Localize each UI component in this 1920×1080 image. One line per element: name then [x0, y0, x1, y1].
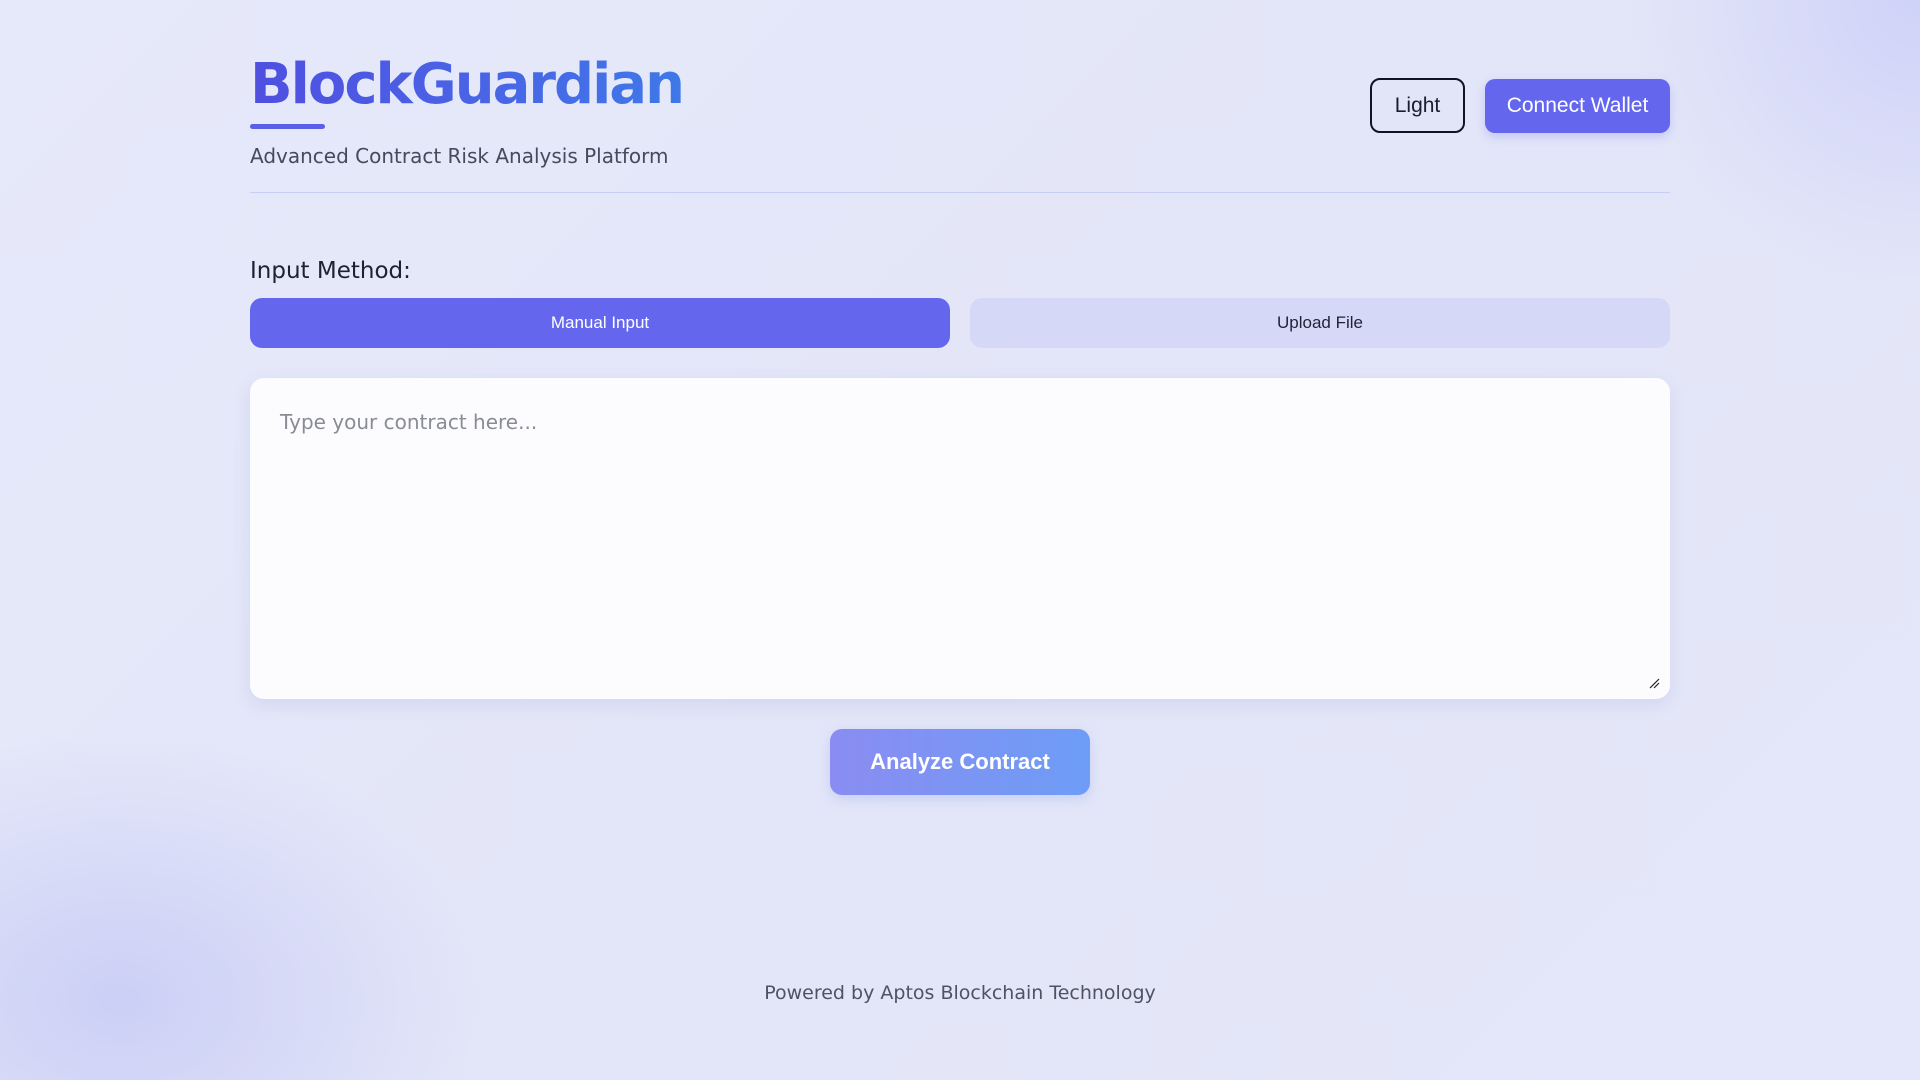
brand-subtitle: Advanced Contract Risk Analysis Platform: [250, 144, 669, 168]
theme-toggle-button[interactable]: Light: [1370, 78, 1465, 133]
main-container: BlockGuardian Advanced Contract Risk Ana…: [250, 0, 1670, 1004]
header-actions: Light Connect Wallet: [1370, 78, 1670, 133]
brand-underline-divider: [250, 124, 325, 129]
footer-text: Powered by Aptos Blockchain Technology: [764, 982, 1156, 1004]
resize-handle-icon[interactable]: [1648, 677, 1660, 689]
brand-title: BlockGuardian: [250, 50, 685, 120]
contract-textarea[interactable]: [250, 378, 1670, 699]
input-method-label: Input Method:: [250, 258, 411, 284]
input-method-tabs: Manual Input Upload File: [250, 298, 1670, 348]
contract-input-container: [250, 378, 1670, 699]
connect-wallet-button[interactable]: Connect Wallet: [1485, 78, 1670, 133]
tab-manual-input[interactable]: Manual Input: [250, 298, 950, 348]
header: BlockGuardian Advanced Contract Risk Ana…: [250, 0, 1670, 193]
tab-upload-file[interactable]: Upload File: [970, 298, 1670, 348]
analyze-contract-button[interactable]: Analyze Contract: [830, 729, 1090, 795]
